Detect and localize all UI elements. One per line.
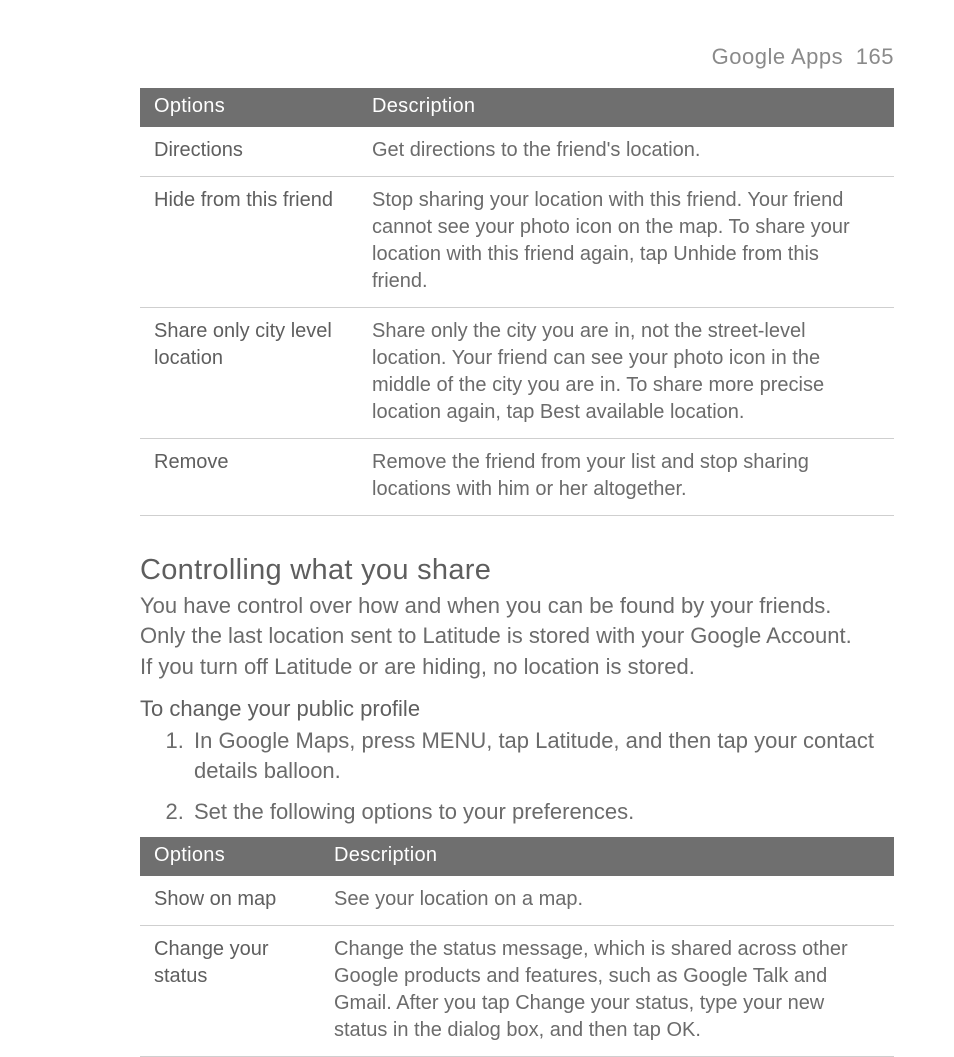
- t2-r0-desc: See your location on a map.: [320, 876, 894, 926]
- t1-r3-option: Remove: [140, 439, 358, 516]
- t2-header-options: Options: [140, 837, 320, 876]
- t1-r2-desc: Share only the city you are in, not the …: [358, 308, 894, 439]
- steps-list: In Google Maps, press MENU, tap Latitude…: [140, 726, 894, 827]
- running-header: Google Apps 165: [140, 44, 894, 70]
- table-row: Remove Remove the friend from your list …: [140, 439, 894, 516]
- page: Google Apps 165 Options Description Dire…: [0, 0, 954, 1057]
- t1-header-options: Options: [140, 88, 358, 127]
- options-table-2: Options Description Show on map See your…: [140, 837, 894, 1057]
- t2-r0-option: Show on map: [140, 876, 320, 926]
- t2-header-description: Description: [320, 837, 894, 876]
- sub-heading: To change your public profile: [140, 696, 894, 722]
- t2-r1-option: Change your status: [140, 926, 320, 1057]
- t1-r3-desc: Remove the friend from your list and sto…: [358, 439, 894, 516]
- section-body: You have control over how and when you c…: [140, 591, 860, 682]
- t1-r1-desc: Stop sharing your location with this fri…: [358, 177, 894, 308]
- table-row: Show on map See your location on a map.: [140, 876, 894, 926]
- section-heading: Controlling what you share: [140, 554, 894, 587]
- t2-r1-desc: Change the status message, which is shar…: [320, 926, 894, 1057]
- t1-r0-option: Directions: [140, 127, 358, 177]
- t1-r0-desc: Get directions to the friend's location.: [358, 127, 894, 177]
- header-section: Google Apps: [712, 44, 843, 69]
- step-1: In Google Maps, press MENU, tap Latitude…: [190, 726, 894, 787]
- page-number: 165: [856, 44, 894, 69]
- t1-header-description: Description: [358, 88, 894, 127]
- table-row: Change your status Change the status mes…: [140, 926, 894, 1057]
- t1-r2-option: Share only city level location: [140, 308, 358, 439]
- options-table-1: Options Description Directions Get direc…: [140, 88, 894, 516]
- t1-r1-option: Hide from this friend: [140, 177, 358, 308]
- table-row: Hide from this friend Stop sharing your …: [140, 177, 894, 308]
- table-row: Share only city level location Share onl…: [140, 308, 894, 439]
- table-row: Directions Get directions to the friend'…: [140, 127, 894, 177]
- step-2: Set the following options to your prefer…: [190, 797, 894, 827]
